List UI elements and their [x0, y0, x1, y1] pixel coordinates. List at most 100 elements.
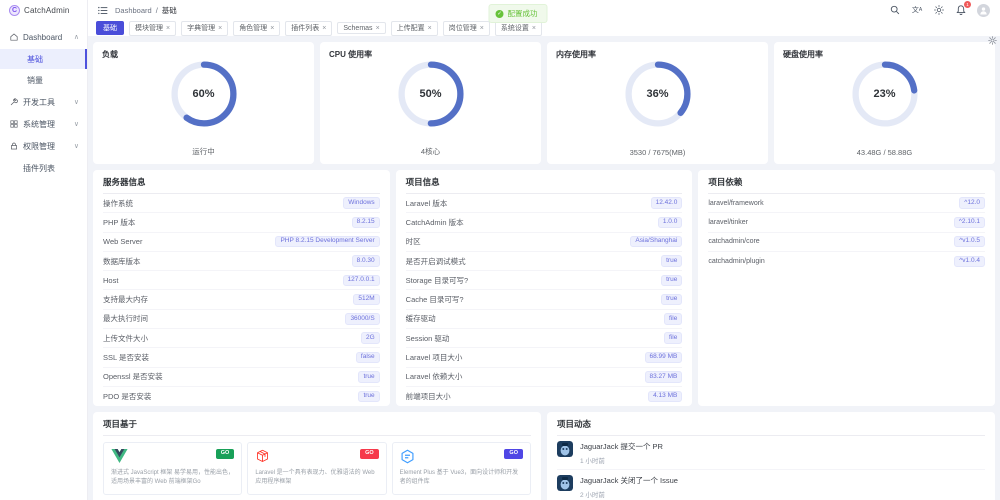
sidebar-item-basic[interactable]: 基础 [0, 49, 87, 69]
server-info-card: 服务器信息 操作系统Windows PHP 版本8.2.15 Web Serve… [93, 170, 390, 406]
activity-time: 2 小时前 [580, 489, 678, 499]
sidebar-item-permission[interactable]: 权限管理 ∨ [0, 135, 87, 157]
value-badge: true [358, 391, 379, 403]
close-icon[interactable]: × [376, 25, 380, 32]
value-badge: 8.2.15 [352, 217, 380, 229]
info-row: 服务器信息 操作系统Windows PHP 版本8.2.15 Web Serve… [93, 170, 995, 406]
sidebar: C CatchAdmin Dashboard ∧ 基础 销量 开发工具 ∨ [0, 0, 88, 500]
tab-role-manage[interactable]: 角色管理× [233, 21, 280, 36]
cpu-gauge: 50% [396, 59, 466, 129]
table-row: laravel/tinker^2.10.1 [708, 213, 985, 232]
tab-schemas[interactable]: Schemas× [337, 22, 385, 34]
sidebar-item-sales[interactable]: 销量 [0, 70, 87, 90]
load-gauge: 60% [169, 59, 239, 129]
sidebar-menu: Dashboard ∧ 基础 销量 开发工具 ∨ 系统管理 ∨ 权限管理 [0, 20, 87, 179]
close-icon[interactable]: × [166, 25, 170, 32]
close-icon[interactable]: × [218, 25, 222, 32]
app-title: CatchAdmin [24, 6, 70, 15]
value-badge: ^v1.0.4 [954, 256, 985, 268]
memory-card: 内存使用率 36% 3530 / 7675(MB) [547, 42, 768, 164]
search-icon[interactable] [889, 4, 901, 16]
breadcrumb: Dashboard / 基础 [115, 5, 177, 16]
value-badge: true [661, 294, 682, 306]
breadcrumb-separator: / [156, 6, 158, 15]
tab-upload-config[interactable]: 上传配置× [391, 21, 438, 36]
vue-card: GO 渐进式 JavaScript 框架 易学易用，性能出色，适用场景丰富的 W… [103, 442, 242, 495]
app-logo: C [9, 5, 20, 16]
value-badge: PHP 8.2.15 Development Server [275, 236, 379, 248]
table-row: Storage 目录可写?true [406, 271, 683, 290]
breadcrumb-root[interactable]: Dashboard [115, 6, 152, 15]
close-icon[interactable]: × [322, 25, 326, 32]
user-avatar [557, 475, 573, 491]
lock-icon [10, 142, 18, 150]
table-row: 上传文件大小2G [103, 329, 380, 348]
sidebar-item-system[interactable]: 系统管理 ∨ [0, 113, 87, 135]
empty-icon-slot [10, 164, 18, 172]
menu-fold-icon[interactable] [98, 6, 108, 15]
value-badge: 83.27 MB [645, 371, 683, 383]
laravel-logo [255, 449, 270, 464]
table-row: Web ServerPHP 8.2.15 Development Server [103, 233, 380, 252]
tab-basic[interactable]: 基础 [96, 21, 124, 35]
table-row: 支持最大内存512M [103, 290, 380, 309]
close-icon[interactable]: × [428, 25, 432, 32]
tab-dict-manage[interactable]: 字典管理× [181, 21, 228, 36]
content: 负载 60% 运行中 CPU 使用率 50% 4核心 内存使 [88, 36, 1000, 500]
element-plus-logo [400, 449, 415, 464]
close-icon[interactable]: × [532, 25, 536, 32]
table-row: Cache 目录可写?true [406, 290, 683, 309]
activity-user[interactable]: JaguarJack [580, 476, 618, 485]
toast-text: 配置成功 [508, 8, 538, 19]
vue-logo [111, 449, 128, 463]
activity-user[interactable]: JaguarJack [580, 442, 618, 451]
tab-post-manage[interactable]: 岗位管理× [443, 21, 490, 36]
chevron-down-icon: ∨ [74, 98, 79, 106]
table-row: Openssl 是否安装true [103, 368, 380, 387]
table-row: 最大执行时间36000/S [103, 310, 380, 329]
user-avatar[interactable] [977, 4, 990, 17]
close-icon[interactable]: × [480, 25, 484, 32]
wrench-icon [10, 98, 18, 106]
project-info-card: 项目信息 Laravel 版本12.42.0 CatchAdmin 版本1.0.… [396, 170, 693, 406]
success-toast: ✓ 配置成功 [489, 4, 548, 23]
gear-icon[interactable] [988, 36, 997, 50]
bell-icon[interactable]: 1 [955, 4, 967, 16]
table-row: 时区Asia/Shanghai [406, 233, 683, 252]
table-row: Laravel 版本12.42.0 [406, 194, 683, 213]
success-check-icon: ✓ [496, 10, 504, 18]
value-badge: Asia/Shanghai [630, 236, 682, 248]
table-row: 是否开启调试模式true [406, 252, 683, 271]
value-badge: ^12.0 [959, 197, 985, 209]
go-button[interactable]: GO [216, 449, 235, 459]
table-row: PDO 是否安装true [103, 387, 380, 406]
value-badge: 127.0.0.1 [343, 275, 380, 287]
sidebar-item-devtools[interactable]: 开发工具 ∨ [0, 91, 87, 113]
disk-gauge: 23% [850, 59, 920, 129]
value-badge: 512M [353, 294, 379, 306]
table-row: catchadmin/core^v1.0.5 [708, 233, 985, 252]
sidebar-item-dashboard[interactable]: Dashboard ∧ [0, 26, 87, 48]
translate-icon[interactable]: 文A [911, 4, 923, 16]
stats-row: 负载 60% 运行中 CPU 使用率 50% 4核心 内存使 [93, 42, 995, 164]
tab-plugin-list[interactable]: 插件列表× [285, 21, 332, 36]
value-badge: true [661, 275, 682, 287]
value-badge: ^2.10.1 [954, 217, 985, 229]
table-row: 前端项目大小4.13 MB [406, 387, 683, 406]
value-badge: ^v1.0.5 [954, 236, 985, 248]
chevron-down-icon: ∨ [74, 120, 79, 128]
value-badge: file [664, 313, 682, 325]
go-button[interactable]: GO [504, 449, 523, 459]
brand-area: C CatchAdmin [0, 0, 87, 20]
sidebar-item-plugins[interactable]: 插件列表 [0, 157, 87, 179]
go-button[interactable]: GO [360, 449, 379, 459]
close-icon[interactable]: × [270, 25, 274, 32]
load-card: 负载 60% 运行中 [93, 42, 314, 164]
tab-module-manage[interactable]: 模块管理× [129, 21, 176, 36]
chevron-up-icon: ∧ [74, 33, 79, 41]
value-badge: 4.13 MB [648, 391, 682, 403]
value-badge: true [661, 255, 682, 267]
table-row: Session 驱动file [406, 329, 683, 348]
theme-sun-icon[interactable] [933, 4, 945, 16]
user-avatar [557, 441, 573, 457]
